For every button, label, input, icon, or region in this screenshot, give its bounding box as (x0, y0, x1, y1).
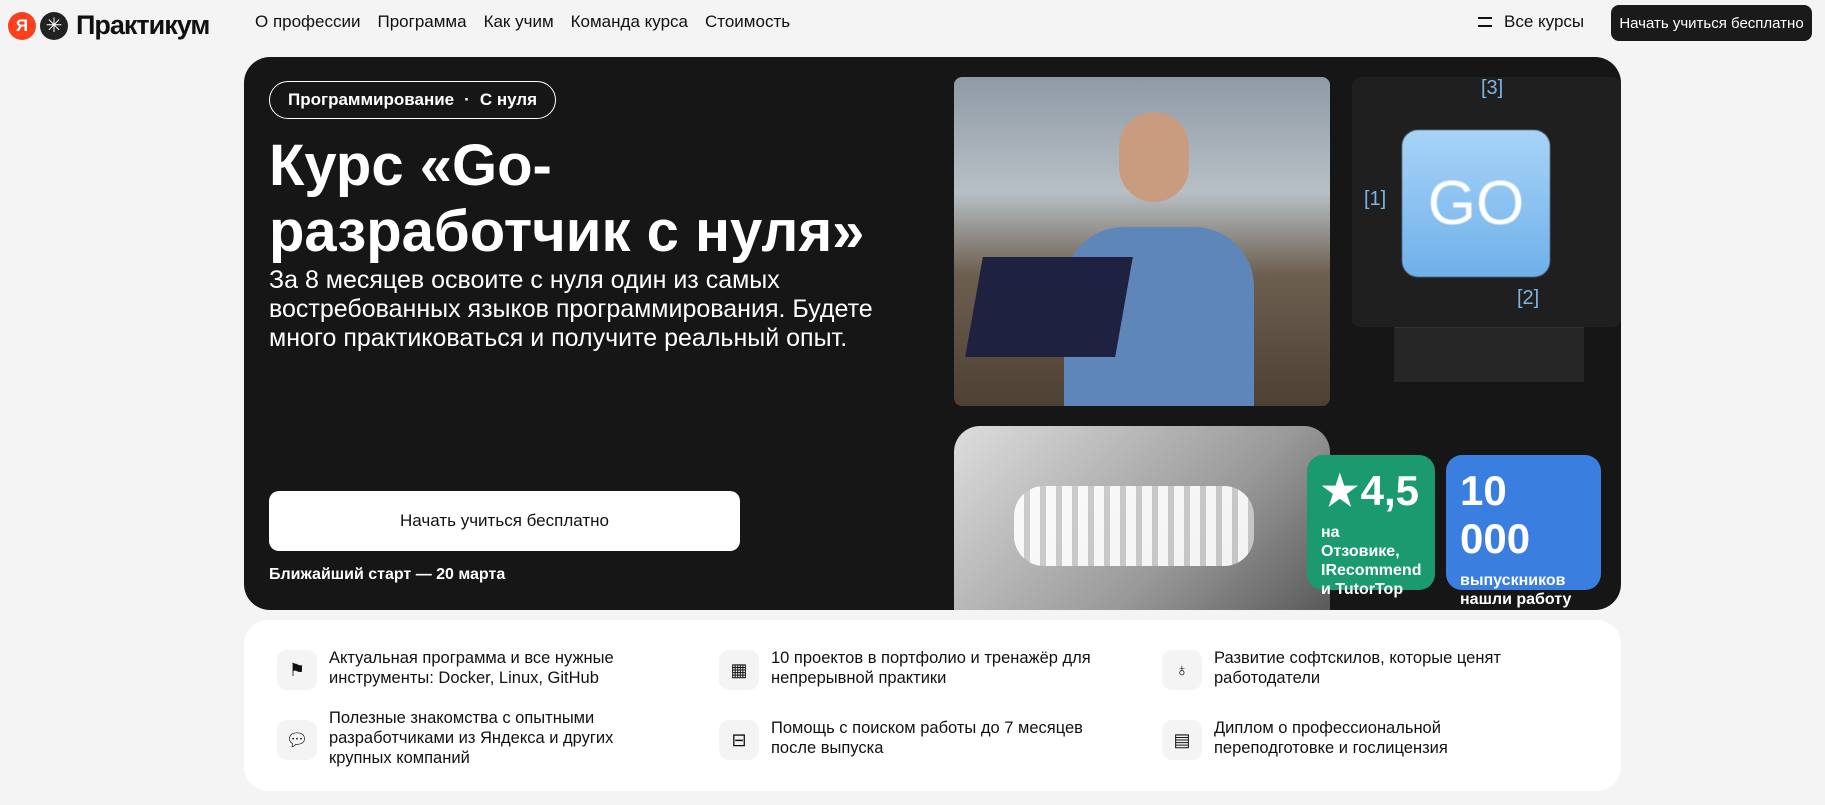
nav-price[interactable]: Стоимость (705, 12, 790, 32)
feature-item: 💬︎ Полезные знакомства с опытными разрабо… (277, 708, 677, 768)
briefcase-icon: ⊟ (719, 720, 759, 760)
menu-icon (1478, 17, 1492, 27)
hero-subtitle: За 8 месяцев освоите с нуля один из самы… (269, 266, 873, 352)
rating-card: ★ 4,5 на Отзовике, IRecommend и TutorTop (1307, 455, 1435, 598)
graphic-label-3: [3] (1481, 77, 1504, 99)
course-chip: Программирование · С нуля (269, 81, 557, 119)
nav-how-we-teach[interactable]: Как учим (484, 12, 554, 32)
all-courses-label: Все курсы (1504, 12, 1585, 31)
laptop-icon (965, 257, 1133, 357)
main-nav: О профессии Программа Как учим Команда к… (255, 12, 790, 32)
feature-text: Полезные знакомства с опытными разработч… (329, 709, 614, 767)
feature-text: Диплом о профессиональной переподготовке… (1214, 719, 1448, 757)
yandex-logo-icon: Я (8, 11, 36, 40)
feature-item: ⚑ Актуальная программа и все нужные инстр… (277, 648, 677, 690)
all-courses-button[interactable]: Все курсы (1478, 12, 1584, 32)
connector-graphic (1394, 327, 1584, 382)
feature-item: ⊟ Помощь с поиском работы до 7 месяцев по… (719, 718, 1119, 760)
graphic-label-1: [1] (1364, 188, 1387, 210)
features-card: ⚑ Актуальная программа и все нужные инстр… (244, 620, 1621, 791)
chip-dot: · (464, 90, 470, 109)
graduates-text: выпускников нашли работу после обучения (1460, 572, 1572, 608)
rating-value: 4,5 (1360, 467, 1420, 514)
rating-text: на Отзовике, IRecommend и TutorTop (1321, 524, 1422, 598)
cable-graphic (954, 426, 1330, 610)
feature-item: ▤ Диплом о профессиональной переподготовк… (1162, 718, 1562, 760)
chip-level: С нуля (479, 90, 538, 109)
logo-text: Практикум (76, 10, 210, 40)
chip-category: Программирование (288, 90, 455, 109)
coil-icon (1014, 486, 1254, 566)
header-start-free-button[interactable]: Начать учиться бесплатно (1611, 5, 1812, 41)
next-start-date: Ближайший старт — 20 марта (269, 566, 506, 583)
go-key-graphic: GO (1402, 130, 1550, 277)
feature-item: ▦ 10 проектов в портфолио и тренажёр для … (719, 648, 1119, 690)
student-photo (954, 77, 1330, 406)
person-head (1119, 112, 1189, 202)
chat-icon: 💬︎ (277, 720, 317, 760)
hero-section: Программирование · С нуля Курс «Go-разра… (244, 57, 1621, 610)
graduates-card: 10 000 выпускников нашли работу после об… (1446, 455, 1601, 608)
feature-text: Актуальная программа и все нужные инстру… (329, 649, 614, 687)
grid-icon: ▦ (719, 650, 759, 690)
logo[interactable]: Я ✳ Практикум (8, 10, 210, 41)
nav-team[interactable]: Команда курса (571, 12, 688, 32)
flag-icon: ⚑ (277, 650, 317, 690)
graphic-label-2: [2] (1517, 287, 1540, 309)
nav-about[interactable]: О профессии (255, 12, 361, 32)
praktikum-star-icon: ✳ (40, 11, 68, 40)
feature-text: Развитие софтскилов, которые ценят работ… (1214, 649, 1501, 687)
start-free-button[interactable]: Начать учиться бесплатно (269, 491, 740, 551)
page-title: Курс «Go-разработчик с нуля» (269, 133, 865, 264)
feature-text: 10 проектов в портфолио и тренажёр для н… (771, 649, 1091, 687)
nav-program[interactable]: Программа (378, 12, 467, 32)
star-icon: ★ (1321, 467, 1359, 514)
feature-item: ♁ Развитие софтскилов, которые ценят рабо… (1162, 648, 1562, 690)
lightbulb-icon: ♁ (1162, 650, 1202, 690)
diploma-icon: ▤ (1162, 720, 1202, 760)
graduates-value: 10 000 (1460, 467, 1531, 562)
feature-text: Помощь с поиском работы до 7 месяцев пос… (771, 719, 1083, 757)
